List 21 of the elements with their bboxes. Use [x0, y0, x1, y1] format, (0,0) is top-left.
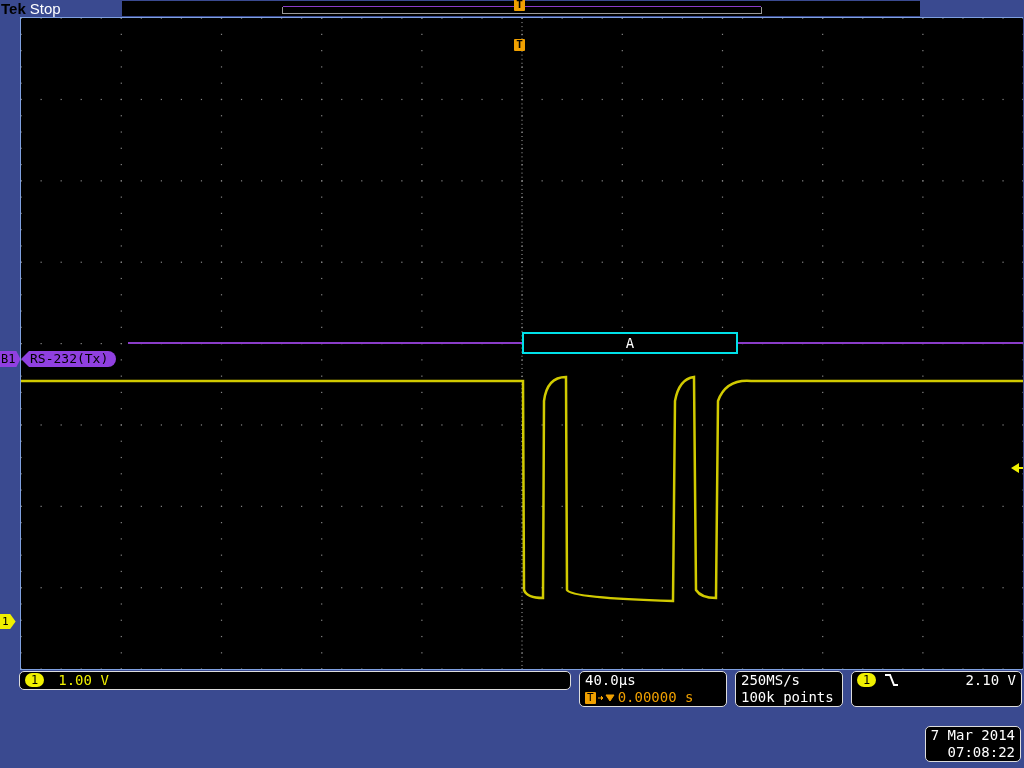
- trigger-level-arrow-icon: [1011, 463, 1023, 473]
- trigger-badge: T: [585, 691, 596, 704]
- bus-marker: B1: [0, 351, 21, 367]
- decoded-packet-value: A: [625, 335, 635, 351]
- acquisition-status: Stop: [29, 0, 61, 17]
- arrow-icon: [597, 692, 616, 703]
- date-text: 7 Mar 2014: [930, 727, 1015, 744]
- channel-badge: 1: [25, 673, 45, 687]
- horizontal-scale: 40.0µs: [585, 672, 637, 689]
- trigger-position-marker: T: [514, 39, 525, 51]
- channel-ground-marker: 1: [0, 614, 16, 629]
- bus-label: RS-232(Tx): [21, 351, 117, 367]
- time-text: 07:08:22: [946, 744, 1015, 761]
- trigger-level: 2.10 V: [965, 672, 1016, 689]
- sample-rate: 250MS/s: [741, 672, 801, 689]
- trigger-position-marker: T: [514, 0, 525, 11]
- brand-logo: Tek: [0, 0, 26, 17]
- trigger-position: 0.00000 s: [617, 689, 694, 706]
- vertical-scale: 1.00 V: [58, 672, 109, 689]
- record-length: 100k points: [741, 689, 835, 706]
- trigger-source-badge: 1: [857, 673, 877, 687]
